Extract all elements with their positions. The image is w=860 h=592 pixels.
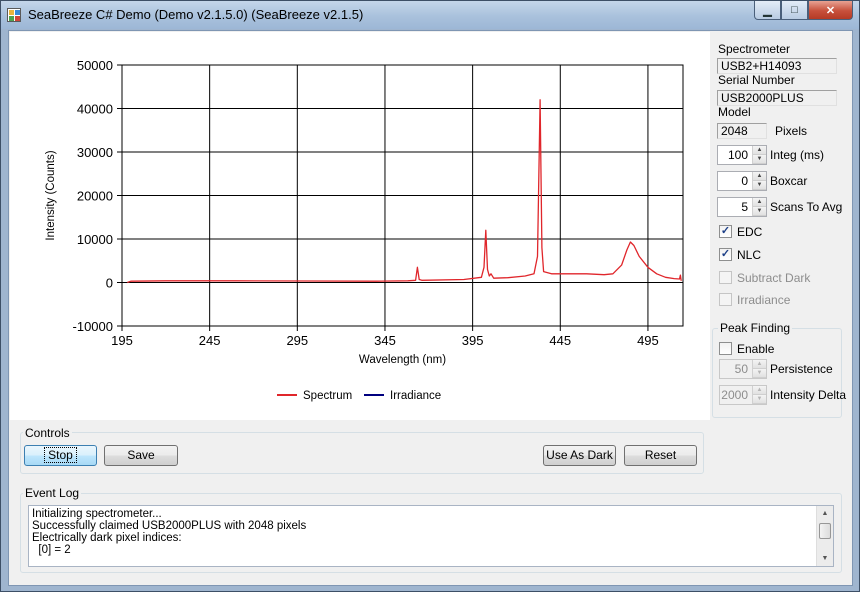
app-window: SeaBreeze C# Demo (Demo v2.1.5.0) (SeaBr…	[0, 0, 860, 592]
x-tick-label: 295	[286, 333, 308, 348]
y-tick-label: 20000	[77, 189, 113, 204]
main-client-area: 195 245 295 345 395 445 495 50000 40000 30000 2000…	[8, 30, 853, 586]
stop-button-label: Stop	[44, 447, 77, 463]
persistence-value: 50	[734, 362, 748, 376]
x-tick-label: 445	[549, 333, 571, 348]
use-as-dark-button[interactable]: Use As Dark	[543, 445, 616, 466]
nlc-label: NLC	[737, 248, 762, 262]
maximize-button[interactable]: □	[781, 1, 808, 20]
edc-checkbox[interactable]: ✓	[719, 225, 732, 238]
log-line: [0] = 2	[32, 544, 71, 556]
app-icon[interactable]	[7, 8, 21, 22]
serial-value-field[interactable]: USB2+H14093	[717, 58, 837, 74]
close-button[interactable]: ✕	[808, 1, 853, 20]
reset-button-label: Reset	[644, 448, 677, 462]
peak-enable-label: Enable	[737, 342, 775, 356]
boxcar-value: 0	[741, 174, 748, 188]
scans-to-avg-value: 5	[741, 200, 748, 214]
spin-up-icon[interactable]: ▲	[753, 146, 766, 155]
controls-group-label: Controls	[23, 426, 72, 440]
spin-up-icon[interactable]: ▲	[753, 386, 766, 395]
chart-canvas: 195 245 295 345 395 445 495 50000 40000 30000 2000…	[45, 58, 684, 402]
scans-to-avg-stepper[interactable]: 5 ▲ ▼	[717, 197, 767, 217]
x-tick-label: 495	[637, 333, 659, 348]
y-tick-label: -10000	[73, 319, 113, 334]
peak-enable-checkbox[interactable]	[719, 342, 732, 355]
scroll-down-icon[interactable]: ▼	[817, 551, 833, 566]
scans-to-avg-label: Scans To Avg	[770, 200, 843, 214]
peak-finding-group-label: Peak Finding	[718, 321, 793, 335]
x-tick-label: 195	[111, 333, 133, 348]
x-axis-label: Wavelength (nm)	[359, 354, 446, 366]
minimize-button[interactable]: ▁	[754, 1, 781, 20]
log-vertical-scrollbar[interactable]: ▲ ▼	[816, 506, 833, 566]
x-tick-label: 395	[462, 333, 484, 348]
serial-number-label: Serial Number	[718, 73, 795, 87]
pixels-label: Pixels	[775, 124, 808, 138]
spin-up-icon[interactable]: ▲	[753, 360, 766, 369]
event-log-textbox[interactable]: Initializing spectrometer... Successfull…	[28, 505, 834, 567]
pixels-value-field[interactable]: 2048	[717, 123, 767, 139]
boxcar-stepper[interactable]: 0 ▲ ▼	[717, 171, 767, 191]
irradiance-checkbox[interactable]	[719, 293, 732, 306]
x-tick-label: 245	[199, 333, 221, 348]
intensity-delta-label: Intensity Delta	[770, 388, 847, 402]
subtract-dark-checkbox[interactable]	[719, 271, 732, 284]
y-axis-label: Intensity (Counts)	[45, 150, 57, 240]
window-title: SeaBreeze C# Demo (Demo v2.1.5.0) (SeaBr…	[28, 7, 364, 22]
spin-up-icon[interactable]: ▲	[753, 172, 766, 181]
integration-time-value: 100	[727, 148, 748, 162]
y-tick-label: 0	[106, 276, 113, 291]
spin-down-icon[interactable]: ▼	[753, 369, 766, 378]
legend-label-irradiance: Irradiance	[390, 390, 441, 402]
use-as-dark-button-label: Use As Dark	[546, 448, 613, 462]
stop-button[interactable]: Stop	[24, 445, 97, 466]
spectrum-chart[interactable]: 195 245 295 345 395 445 495 50000 40000 30000 2000…	[10, 32, 710, 420]
log-line: Successfully claimed USB2000PLUS with 20…	[32, 520, 307, 532]
y-tick-label: 10000	[77, 232, 113, 247]
model-value-field[interactable]: USB2000PLUS	[717, 90, 837, 106]
save-button-label: Save	[127, 448, 155, 462]
spin-down-icon[interactable]: ▼	[753, 181, 766, 190]
y-tick-label: 50000	[77, 58, 113, 73]
reset-button[interactable]: Reset	[624, 445, 697, 466]
series-line-spectrum	[127, 99, 682, 284]
x-tick-label: 345	[374, 333, 396, 348]
spin-down-icon[interactable]: ▼	[753, 207, 766, 216]
edc-label: EDC	[737, 225, 763, 239]
subtract-dark-label: Subtract Dark	[737, 271, 811, 285]
spectrometer-group-label: Spectrometer	[718, 42, 791, 56]
minimize-icon: ▁	[763, 4, 772, 17]
integration-time-stepper[interactable]: 100 ▲ ▼	[717, 145, 767, 165]
spin-up-icon[interactable]: ▲	[753, 198, 766, 207]
model-label: Model	[718, 105, 751, 119]
close-icon: ✕	[825, 4, 836, 17]
persistence-stepper[interactable]: 50 ▲ ▼	[719, 359, 767, 379]
spin-down-icon[interactable]: ▼	[753, 155, 766, 164]
nlc-checkbox[interactable]: ✓	[719, 248, 732, 261]
log-line: Initializing spectrometer...	[32, 508, 162, 520]
scroll-thumb[interactable]	[819, 523, 831, 539]
integration-time-label: Integ (ms)	[770, 148, 825, 162]
log-line: Electrically dark pixel indices:	[32, 532, 182, 544]
legend-label-spectrum: Spectrum	[303, 390, 352, 402]
intensity-delta-value: 2000	[721, 388, 748, 402]
title-bar[interactable]: SeaBreeze C# Demo (Demo v2.1.5.0) (SeaBr…	[1, 1, 859, 29]
intensity-delta-stepper[interactable]: 2000 ▲ ▼	[719, 385, 767, 405]
scroll-up-icon[interactable]: ▲	[817, 506, 833, 521]
irradiance-label: Irradiance	[737, 293, 791, 307]
save-button[interactable]: Save	[104, 445, 178, 466]
event-log-group-label: Event Log	[23, 486, 82, 500]
maximize-icon: □	[791, 4, 798, 16]
spin-down-icon[interactable]: ▼	[753, 395, 766, 404]
boxcar-label: Boxcar	[770, 174, 808, 188]
event-log-lines: Initializing spectrometer... Successfull…	[32, 508, 306, 556]
y-tick-label: 40000	[77, 102, 113, 117]
persistence-label: Persistence	[770, 362, 833, 376]
y-tick-label: 30000	[77, 145, 113, 160]
